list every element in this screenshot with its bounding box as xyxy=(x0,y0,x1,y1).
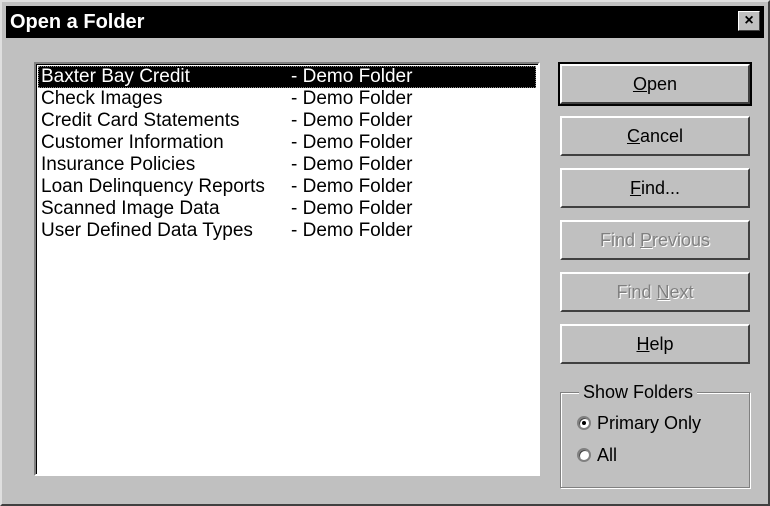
folder-name: Loan Delinquency Reports xyxy=(41,176,265,197)
open-folder-dialog: Open a Folder × Baxter Bay Credit - Demo … xyxy=(0,0,770,506)
help-button[interactable]: Help xyxy=(560,324,750,364)
list-item[interactable]: Scanned Image Data - Demo Folder xyxy=(38,198,536,220)
find-previous-label: revious xyxy=(652,230,711,250)
list-item[interactable]: User Defined Data Types - Demo Folder xyxy=(38,220,536,242)
open-mnemonic: O xyxy=(632,74,647,94)
folder-name: Customer Information xyxy=(41,132,224,153)
find-previous-button[interactable]: Find Previous xyxy=(560,220,750,260)
folder-name: Scanned Image Data xyxy=(41,198,220,219)
folder-type: - Demo Folder xyxy=(291,154,413,175)
radio-primary-only-indicator[interactable] xyxy=(577,416,591,430)
dialog-title: Open a Folder xyxy=(10,11,145,33)
list-item[interactable]: Customer Information - Demo Folder xyxy=(38,132,536,154)
folder-type: - Demo Folder xyxy=(291,198,413,219)
folder-listbox[interactable]: Baxter Bay Credit - Demo Folder Check Imag… xyxy=(34,62,540,476)
folder-name: Credit Card Statements xyxy=(41,110,240,131)
folder-name: Insurance Policies xyxy=(41,154,196,175)
list-item[interactable]: Baxter Bay Credit - Demo Folder xyxy=(38,66,536,88)
radio-all-label: All xyxy=(597,445,618,465)
find-next-button[interactable]: Find Next xyxy=(560,272,750,312)
find-button[interactable]: Find... xyxy=(560,168,750,208)
show-folders-legend: Show Folders xyxy=(579,381,698,403)
help-mnemonic: H xyxy=(636,334,650,354)
find-label: ind... xyxy=(640,178,681,198)
folder-type: - Demo Folder xyxy=(291,88,413,109)
help-label: elp xyxy=(649,334,674,354)
radio-all-indicator[interactable] xyxy=(577,448,591,462)
cancel-label: ancel xyxy=(639,126,684,146)
list-item[interactable]: Credit Card Statements - Demo Folder xyxy=(38,110,536,132)
show-folders-group: Show Folders Primary Only All xyxy=(560,381,750,488)
open-label: pen xyxy=(646,74,678,94)
radio-primary-only-label: Primary Only xyxy=(597,413,702,433)
folder-type: - Demo Folder xyxy=(291,110,413,131)
folder-type: - Demo Folder xyxy=(291,220,413,241)
folder-name: Baxter Bay Credit xyxy=(41,66,190,87)
folder-list: Baxter Bay Credit - Demo Folder Check Imag… xyxy=(36,64,538,474)
close-button[interactable]: × xyxy=(738,11,760,31)
find-previous-prefix: Find xyxy=(599,230,640,250)
folder-type: - Demo Folder xyxy=(291,66,413,87)
title-bar[interactable]: Open a Folder × xyxy=(6,6,764,38)
find-next-prefix: Find xyxy=(616,282,657,302)
cancel-button[interactable]: Cancel xyxy=(560,116,750,156)
folder-type: - Demo Folder xyxy=(291,132,413,153)
folder-type: - Demo Folder xyxy=(291,176,413,197)
cancel-mnemonic: C xyxy=(626,126,640,146)
find-mnemonic: F xyxy=(629,178,641,198)
find-next-label: ext xyxy=(669,282,694,302)
find-previous-mnemonic: P xyxy=(639,230,652,250)
folder-name: Check Images xyxy=(41,88,163,109)
list-item[interactable]: Insurance Policies - Demo Folder xyxy=(38,154,536,176)
list-item[interactable]: Loan Delinquency Reports - Demo Folder xyxy=(38,176,536,198)
open-button[interactable]: Open xyxy=(558,62,752,106)
folder-name: User Defined Data Types xyxy=(41,220,253,241)
find-next-mnemonic: N xyxy=(656,282,670,302)
list-item[interactable]: Check Images - Demo Folder xyxy=(38,88,536,110)
